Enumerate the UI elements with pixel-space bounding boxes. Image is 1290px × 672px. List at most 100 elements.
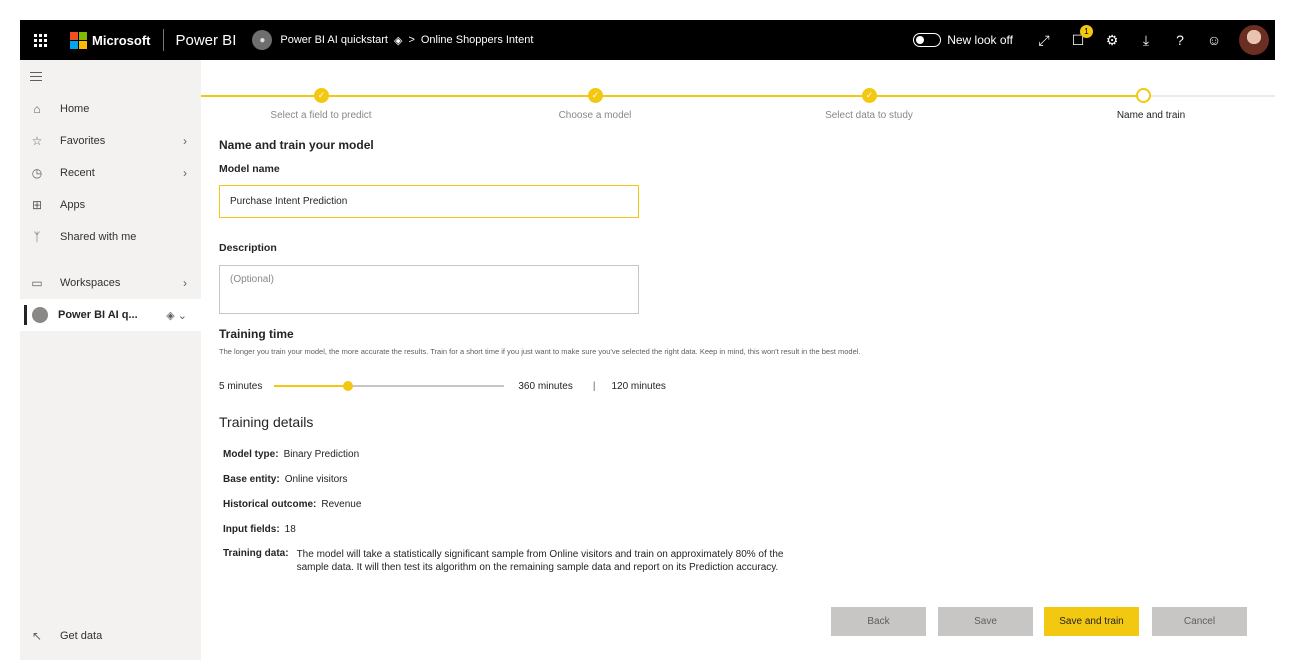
hamburger-menu-icon[interactable] (30, 72, 42, 84)
notification-badge: 1 (1080, 24, 1093, 38)
sidebar-item-label: Recent (60, 167, 95, 179)
sidebar-item-label: Workspaces (60, 277, 121, 289)
slider-fill (274, 385, 348, 387)
feedback-smiley-icon[interactable]: ☺ (1197, 32, 1231, 48)
step-check-icon: ✓ (314, 88, 329, 103)
topbar-divider (162, 29, 164, 51)
training-time-help: The longer you train your model, the mor… (219, 347, 861, 356)
training-time-label: Training time (219, 327, 294, 341)
star-icon: ☆ (31, 134, 43, 148)
left-nav: ⌂ Home ☆ Favorites › ◷ Recent › ⊞ Apps ᛉ… (20, 60, 201, 660)
step-label[interactable]: Choose a model (559, 110, 632, 121)
sidebar-item-label: Apps (60, 199, 86, 211)
detail-model-type: Model type: Binary Prediction (223, 449, 359, 460)
microsoft-brand-text: Microsoft (92, 32, 151, 48)
main-content: ✓ ✓ ✓ Select a field to predict Choose a… (201, 60, 1275, 660)
stepper-progress-line (201, 95, 1141, 97)
step-check-icon: ✓ (588, 88, 603, 103)
detail-training-data: Training data: The model will take a sta… (223, 548, 857, 574)
new-look-toggle[interactable] (913, 33, 942, 47)
sidebar-item-label: Get data (60, 630, 103, 642)
breadcrumb-workspace[interactable]: Power BI AI quickstart (280, 34, 388, 46)
workspace-avatar-icon: ● (252, 30, 273, 50)
detail-historical-outcome: Historical outcome: Revenue (223, 499, 361, 510)
shared-icon: ᛉ (33, 230, 41, 244)
step-check-icon: ✓ (862, 88, 877, 103)
premium-diamond-icon: ◈ (393, 34, 403, 47)
microsoft-logo-icon (70, 31, 87, 49)
top-bar: Microsoft Power BI ● Power BI AI quickst… (20, 20, 1275, 60)
sidebar-item-recent[interactable]: ◷ Recent › (20, 157, 201, 189)
sidebar-item-current-workspace[interactable]: Power BI AI q... ◈ ⌄ (20, 299, 201, 331)
breadcrumb-dataset[interactable]: Online Shoppers Intent (421, 34, 534, 46)
detail-value: Revenue (321, 499, 362, 510)
premium-chevron-down-icon: ◈ ⌄ (166, 309, 187, 322)
sidebar-item-label: Power BI AI q... (58, 309, 138, 321)
training-time-slider-row: 5 minutes 360 minutes | 120 minutes (219, 378, 666, 394)
chevron-right-icon: › (183, 134, 187, 148)
training-details-title: Training details (219, 414, 314, 430)
expand-icon[interactable]: ⤢ (1027, 32, 1061, 49)
apps-icon: ⊞ (31, 198, 43, 212)
user-avatar[interactable] (1239, 25, 1269, 55)
step-label-current: Name and train (1116, 110, 1186, 121)
chevron-right-icon: › (183, 276, 187, 290)
workspaces-icon: ▭ (31, 276, 43, 290)
stepper-remaining-line (1141, 95, 1275, 97)
app-launcher-icon[interactable] (20, 20, 60, 60)
slider-max-label: 360 minutes (518, 380, 573, 392)
detail-value: Online visitors (284, 474, 348, 485)
detail-value-line: sample data. It will then test its algor… (296, 562, 779, 573)
download-icon[interactable]: ⤓ (1129, 32, 1163, 49)
chevron-right-icon: › (183, 166, 187, 180)
breadcrumb-separator: > (408, 34, 415, 46)
sidebar-item-apps[interactable]: ⊞ Apps (20, 189, 201, 221)
detail-value-line: The model will take a statistically sign… (296, 549, 784, 560)
save-and-train-button[interactable]: Save and train (1044, 607, 1139, 636)
sidebar-item-get-data[interactable]: ↖ Get data (20, 620, 201, 652)
cancel-button[interactable]: Cancel (1152, 607, 1247, 636)
slider-value-label: 120 minutes (611, 380, 666, 392)
detail-label: Input fields: (223, 524, 280, 535)
detail-value: 18 (284, 524, 296, 535)
new-look-label: New look off (947, 33, 1013, 47)
step-label[interactable]: Select data to study (825, 110, 913, 121)
sidebar-item-label: Favorites (60, 135, 106, 147)
settings-gear-icon[interactable]: ⚙ (1095, 32, 1129, 49)
arrow-up-left-icon: ↖ (31, 629, 43, 643)
save-button[interactable]: Save (938, 607, 1033, 636)
slider-min-label: 5 minutes (219, 380, 263, 392)
detail-value: Binary Prediction (283, 449, 360, 460)
slider-separator: | (592, 380, 596, 392)
sidebar-item-favorites[interactable]: ☆ Favorites › (20, 125, 201, 157)
notifications-icon[interactable]: ☐ 1 (1061, 24, 1095, 49)
home-icon: ⌂ (33, 102, 41, 116)
detail-label: Model type: (223, 449, 279, 460)
step-current-icon (1136, 88, 1151, 103)
detail-label: Training data: (223, 548, 289, 559)
clock-icon: ◷ (31, 166, 43, 180)
sidebar-item-shared[interactable]: ᛉ Shared with me (20, 221, 201, 253)
sidebar-item-workspaces[interactable]: ▭ Workspaces › (20, 267, 201, 299)
back-button[interactable]: Back (831, 607, 926, 636)
detail-label: Historical outcome: (223, 499, 317, 510)
training-time-slider[interactable] (274, 381, 505, 391)
sidebar-item-home[interactable]: ⌂ Home (20, 93, 201, 125)
help-icon[interactable]: ? (1163, 32, 1197, 48)
detail-input-fields: Input fields: 18 (223, 524, 296, 535)
section-title: Name and train your model (219, 138, 374, 152)
workspace-avatar-icon (32, 307, 48, 323)
product-title[interactable]: Power BI (176, 32, 237, 49)
microsoft-logo[interactable]: Microsoft (70, 31, 151, 49)
step-label[interactable]: Select a field to predict (270, 110, 371, 121)
model-name-input[interactable]: Purchase Intent Prediction (219, 185, 639, 218)
model-name-label: Model name (219, 163, 280, 175)
description-textarea[interactable]: (Optional) (219, 265, 639, 314)
detail-base-entity: Base entity: Online visitors (223, 474, 348, 485)
breadcrumb: Power BI AI quickstart ◈ > Online Shoppe… (280, 34, 533, 47)
description-label: Description (219, 242, 277, 254)
sidebar-item-label: Home (60, 103, 90, 115)
sidebar-item-label: Shared with me (60, 231, 137, 243)
slider-thumb[interactable] (342, 381, 353, 391)
detail-label: Base entity: (223, 474, 280, 485)
